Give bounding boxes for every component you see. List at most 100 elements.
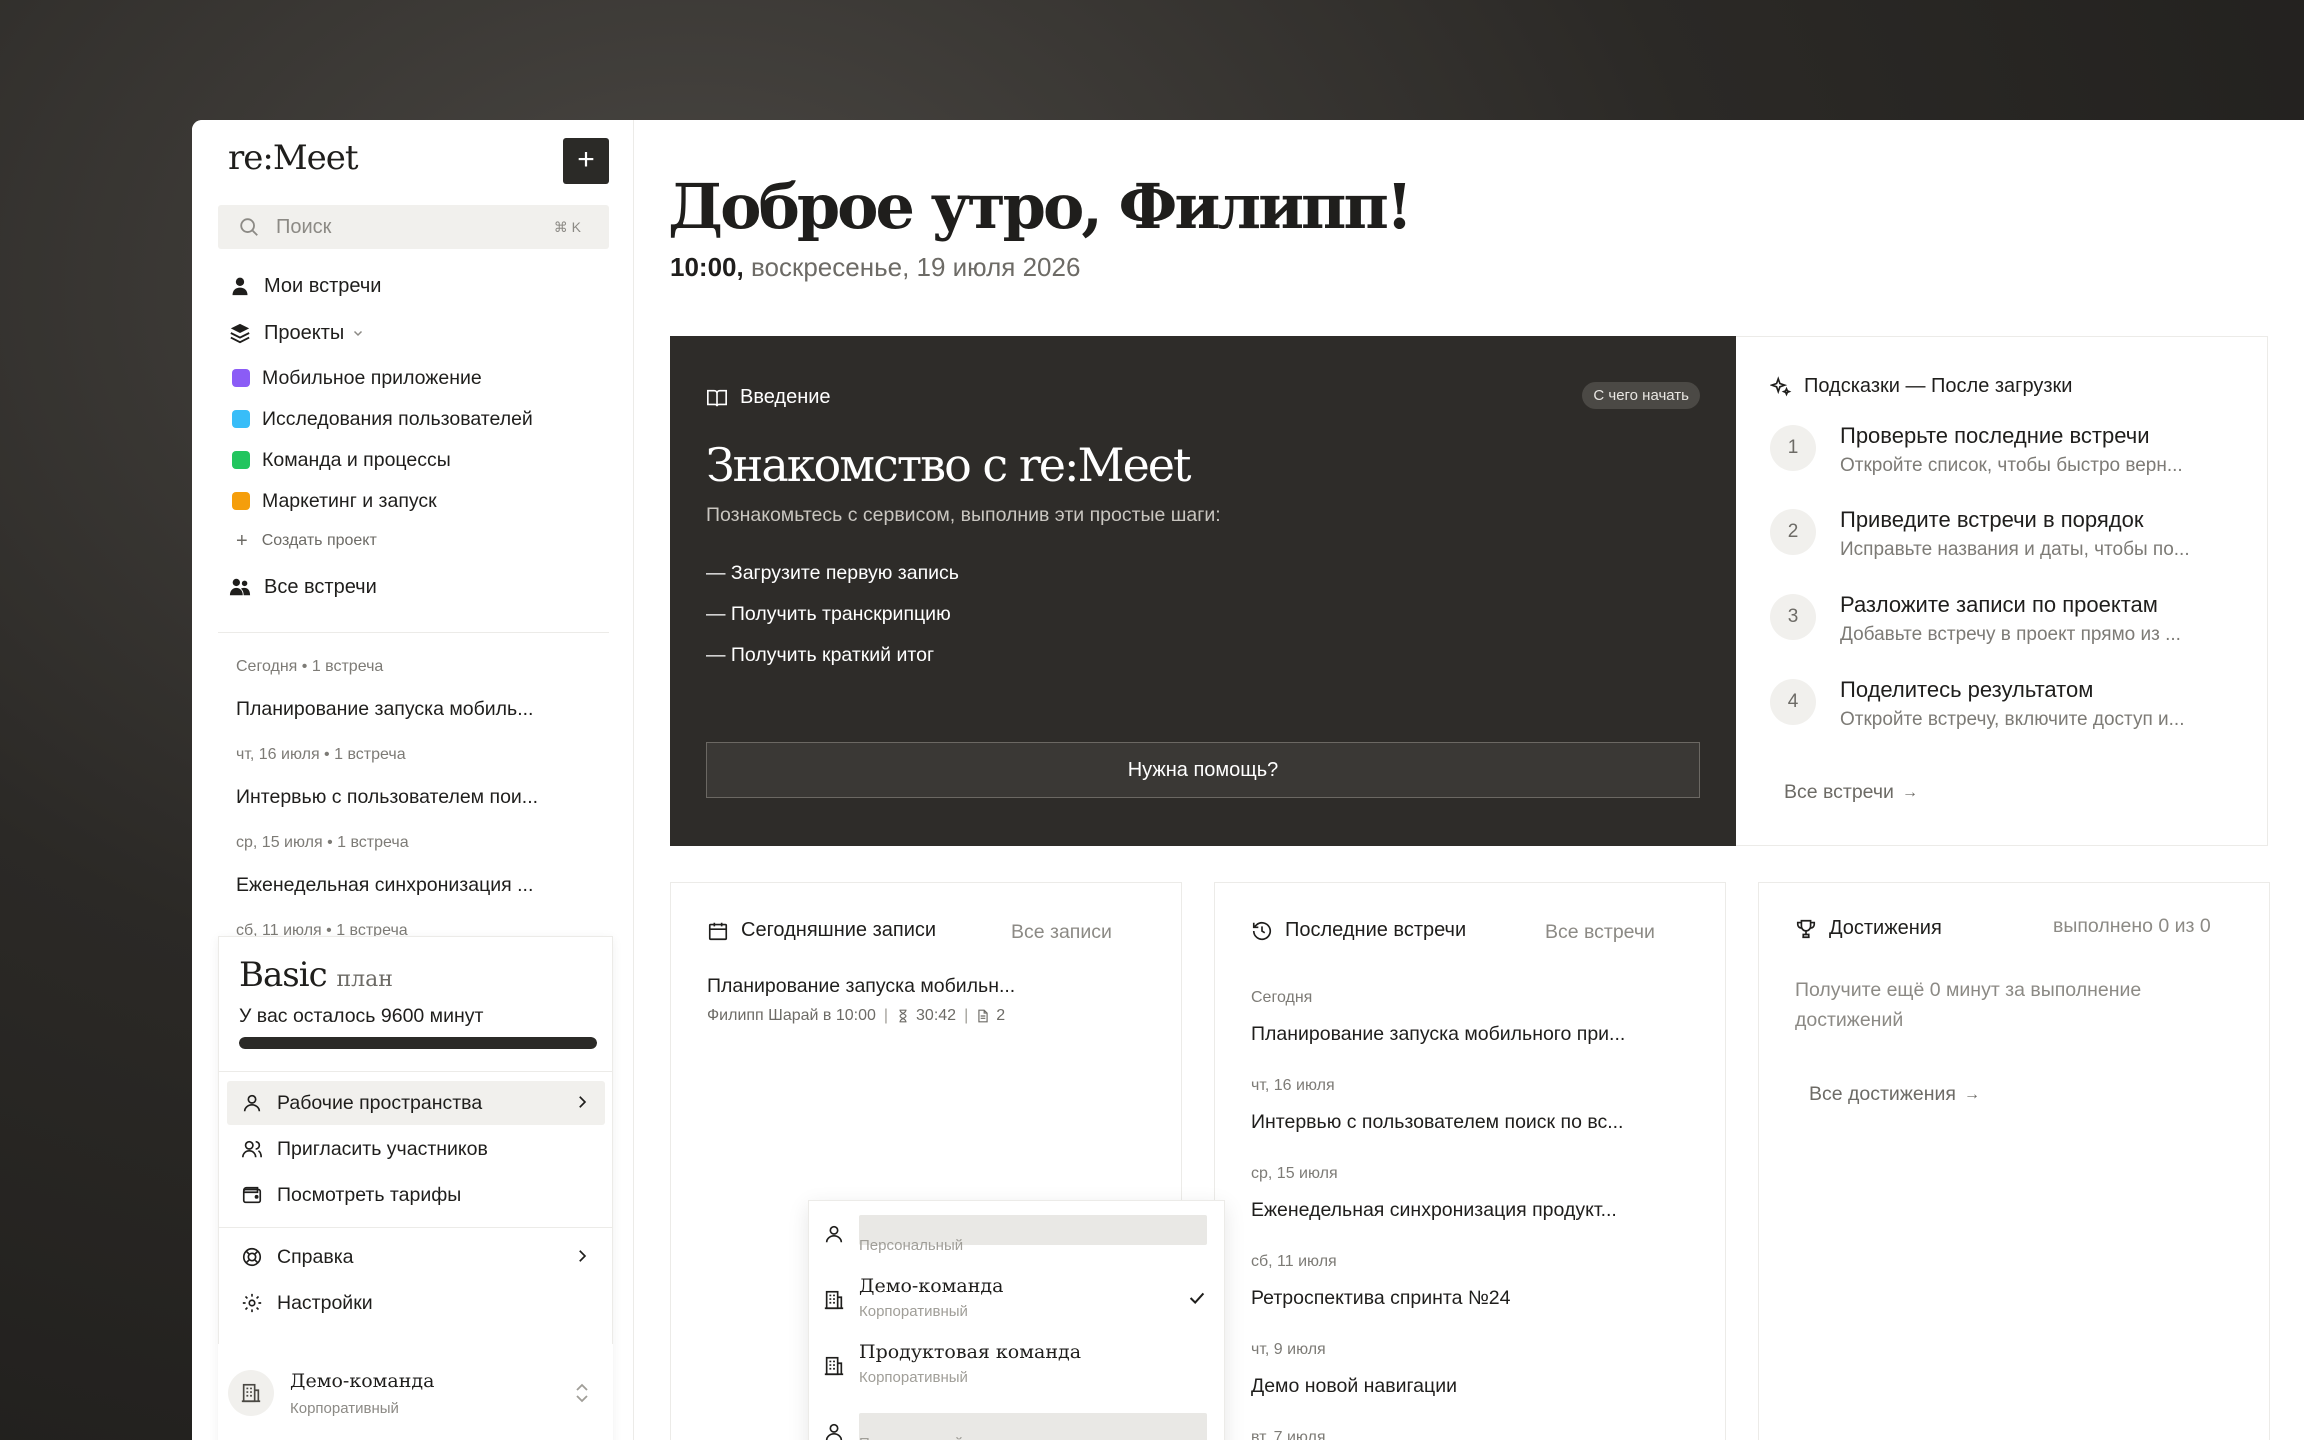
rocket-icon	[232, 369, 250, 387]
workspace-submenu: Персональный Демо-команда Корпоративный …	[808, 1200, 1225, 1440]
workspace-option[interactable]: Персональный	[809, 1399, 1224, 1440]
user-icon	[825, 1225, 843, 1243]
meeting-item[interactable]: Демо новой навигации	[1251, 1375, 1457, 1398]
tip-item[interactable]: 3 Разложите записи по проектам Добавьте …	[1770, 592, 2250, 662]
menu-workspaces[interactable]: Рабочие пространства	[227, 1081, 605, 1125]
tips-all-meetings-link[interactable]: Все встречи →	[1784, 781, 1918, 804]
user-icon	[228, 274, 252, 298]
workspace-option-type: Корпоративный	[859, 1303, 968, 1320]
menu-help[interactable]: Справка	[227, 1235, 605, 1279]
nav-projects[interactable]: Проекты	[228, 315, 364, 351]
meeting-date: вт, 7 июля	[1251, 1429, 1326, 1440]
nav-all-meetings-label: Все встречи	[264, 575, 377, 598]
all-achievements-link[interactable]: Все достижения →	[1809, 1083, 1980, 1106]
meeting-date: чт, 9 июля	[1251, 1341, 1326, 1358]
recent-meetings-card: Последние встречи Все встречи Сегодня Пл…	[1214, 882, 1726, 1440]
workspace-option[interactable]: Демо-команда Корпоративный	[809, 1267, 1224, 1333]
meeting-item[interactable]: Еженедельная синхронизация продукт...	[1251, 1199, 1617, 1222]
intro-step: — Получить транскрипцию	[706, 603, 951, 625]
gear-icon	[241, 1292, 263, 1314]
tip-number: 3	[1770, 594, 1816, 640]
recent-date: ср, 15 июля • 1 встреча	[236, 834, 409, 851]
check-icon	[1189, 1292, 1205, 1305]
chevron-down-icon	[352, 327, 364, 339]
document-icon	[978, 1009, 988, 1023]
tip-title: Разложите записи по проектам	[1840, 592, 2158, 617]
building-icon	[824, 1290, 844, 1310]
divider	[218, 632, 609, 633]
menu-invite[interactable]: Пригласить участников	[227, 1127, 605, 1171]
sidebar: re:Meet + Поиск ⌘ K Мои встречи Проекты …	[192, 120, 634, 1440]
workspace-option[interactable]: Продуктовая команда Корпоративный	[809, 1333, 1224, 1399]
history-icon	[1252, 921, 1272, 940]
meeting-item[interactable]: Планирование запуска мобильного при...	[1251, 1023, 1625, 1046]
all-records-link[interactable]: Все записи	[1011, 921, 1112, 944]
menu-help-label: Справка	[277, 1245, 354, 1268]
calendar-icon	[708, 922, 728, 940]
menu-invite-label: Пригласить участников	[277, 1137, 488, 1160]
achievements-progress: выполнено 0 из 0	[2053, 915, 2211, 937]
workspace-option[interactable]: Персональный	[809, 1201, 1224, 1267]
workspace-switcher[interactable]: Демо-команда Корпоративный	[218, 1344, 613, 1440]
project-label: Мобильное приложение	[262, 366, 482, 389]
project-item-mobile[interactable]: Мобильное приложение	[228, 360, 482, 396]
page-title: Доброе утро, Филипп!	[668, 170, 1413, 243]
app-logo[interactable]: re:Meet	[228, 138, 359, 178]
search-input[interactable]: Поиск ⌘ K	[218, 205, 609, 249]
project-item-team[interactable]: Команда и процессы	[228, 442, 451, 478]
workspace-name: Демо-команда	[290, 1370, 435, 1392]
chevron-right-icon	[579, 1250, 587, 1262]
book-icon	[707, 389, 727, 406]
separator: |	[883, 1007, 889, 1024]
tips-panel: Подсказки — После загрузки 1 Проверьте п…	[1736, 336, 2268, 846]
record-meta: Филипп Шарай в 10:00 | 30:42 | 2	[707, 1007, 1005, 1025]
today-records-title: Сегодняшние записи	[741, 919, 937, 941]
current-date: воскресенье, 19 июля 2026	[750, 252, 1081, 282]
menu-settings[interactable]: Настройки	[227, 1281, 605, 1325]
nav-projects-label: Проекты	[264, 321, 345, 344]
tip-item[interactable]: 1 Проверьте последние встречи Откройте с…	[1770, 423, 2250, 493]
new-meeting-button[interactable]: +	[563, 138, 609, 184]
menu-pricing-label: Посмотреть тарифы	[277, 1183, 462, 1206]
create-project-button[interactable]: + Создать проект	[236, 523, 377, 559]
workspace-option-type: Корпоративный	[859, 1369, 968, 1386]
layers-icon	[228, 321, 252, 345]
tip-title: Проверьте последние встречи	[1840, 423, 2150, 448]
menu-pricing[interactable]: Посмотреть тарифы	[227, 1173, 605, 1217]
separator: |	[964, 1007, 969, 1024]
intro-step: — Получить краткий итог	[706, 644, 935, 666]
usage-bar-fill	[239, 1037, 597, 1049]
recent-meetings-header: Последние встречи	[1251, 919, 1466, 942]
tips-title: Подсказки — После загрузки	[1804, 375, 2073, 397]
tips-header: Подсказки — После загрузки	[1770, 375, 2072, 398]
meeting-date: ср, 15 июля	[1251, 1165, 1338, 1182]
tip-item[interactable]: 2 Приведите встречи в порядок Исправьте …	[1770, 507, 2250, 577]
megaphone-icon	[232, 492, 250, 510]
project-label: Исследования пользователей	[262, 407, 533, 430]
arrow-right-icon: →	[1901, 783, 1918, 801]
plan-suffix: план	[336, 967, 393, 992]
achievements-title: Достижения	[1829, 917, 1942, 939]
today-records-header: Сегодняшние записи	[707, 919, 936, 942]
project-item-marketing[interactable]: Маркетинг и запуск	[228, 483, 437, 519]
nav-my-meetings-label: Мои встречи	[264, 274, 382, 297]
tip-item[interactable]: 4 Поделитесь результатом Откройте встреч…	[1770, 677, 2250, 747]
recent-meeting-item[interactable]: Еженедельная синхронизация ...	[236, 874, 533, 897]
recent-meeting-item[interactable]: Интервью с пользователем пои...	[236, 786, 538, 809]
users-icon	[241, 1138, 263, 1160]
people-icon	[232, 410, 250, 428]
meeting-item[interactable]: Интервью с пользователем поиск по вс...	[1251, 1111, 1623, 1134]
menu-settings-label: Настройки	[277, 1291, 373, 1314]
all-meetings-link[interactable]: Все встречи	[1545, 921, 1655, 944]
record-title[interactable]: Планирование запуска мобильн...	[707, 975, 1015, 998]
divider	[219, 1071, 612, 1072]
nav-all-meetings[interactable]: Все встречи	[228, 569, 377, 605]
recent-meeting-item[interactable]: Планирование запуска мобиль...	[236, 698, 533, 721]
help-button[interactable]: Нужна помощь?	[706, 742, 1700, 798]
current-time: 10:00,	[670, 252, 744, 282]
minutes-left: У вас осталось 9600 минут	[239, 1005, 484, 1027]
achievements-description: Получите ещё 0 минут за выполнение дости…	[1795, 979, 2142, 1031]
nav-my-meetings[interactable]: Мои встречи	[228, 268, 381, 304]
project-item-research[interactable]: Исследования пользователей	[228, 401, 533, 437]
meeting-item[interactable]: Ретроспектива спринта №24	[1251, 1287, 1511, 1310]
